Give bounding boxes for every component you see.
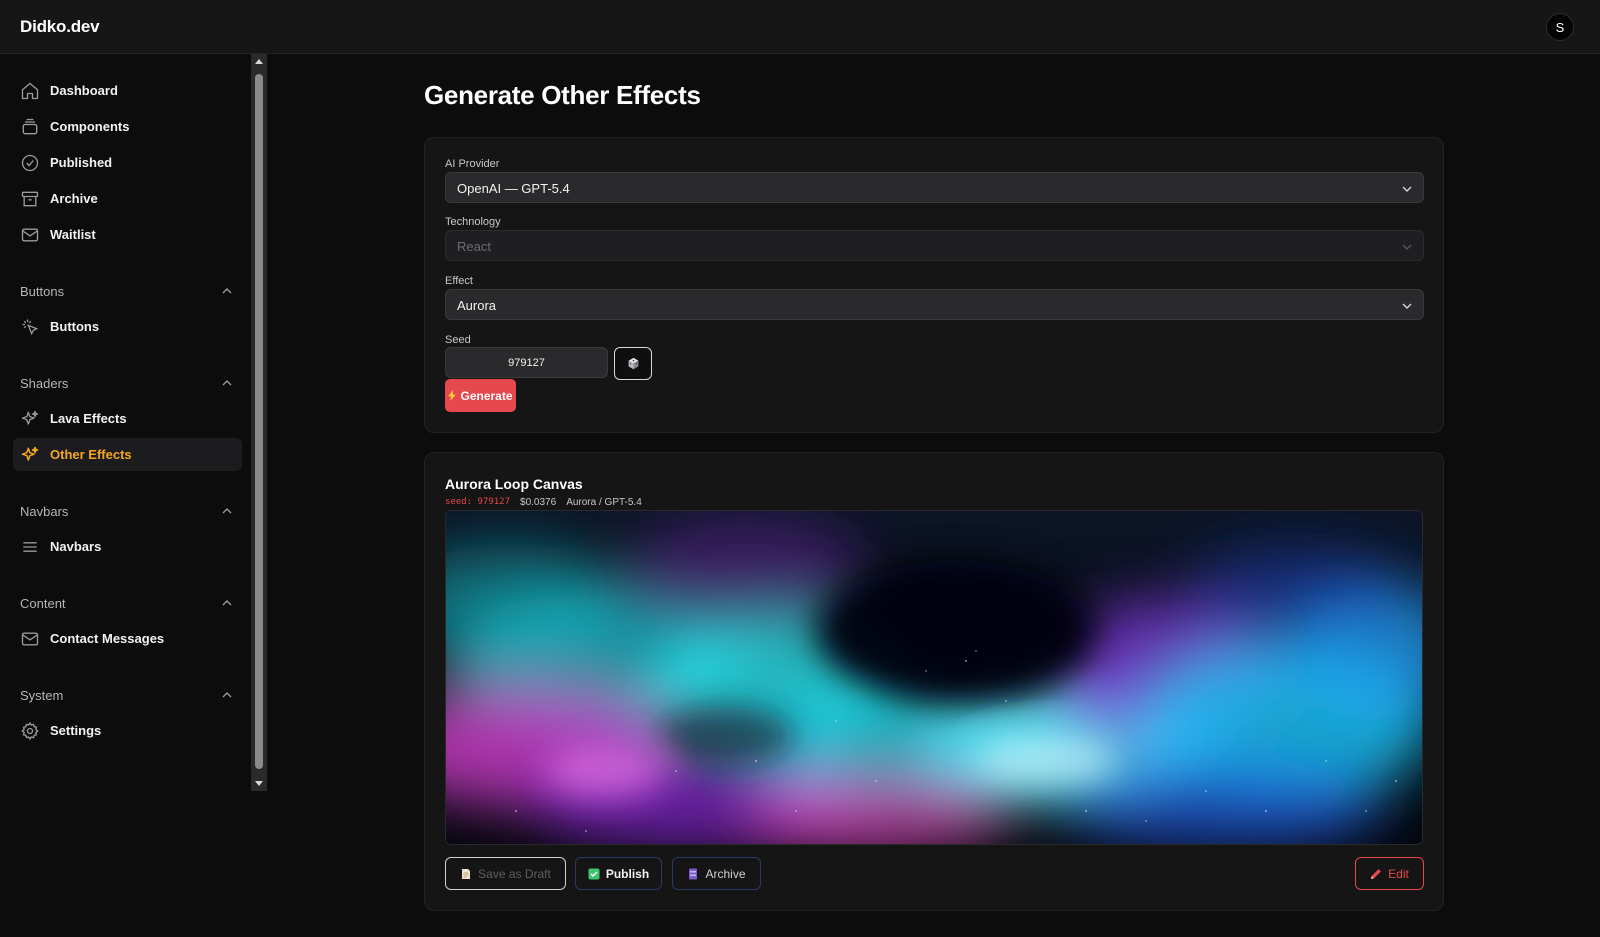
sidebar-item-label: Navbars [50,539,102,554]
sidebar-scrollbar[interactable] [251,54,267,791]
sidebar-item-label: Other Effects [50,447,132,462]
effect-select[interactable]: Aurora [445,289,1424,320]
generate-button[interactable]: Generate [445,379,516,412]
scroll-up-arrow-icon[interactable] [254,56,264,66]
sidebar-item-dashboard[interactable]: Dashboard [13,74,242,107]
layers-icon [20,117,40,137]
pointer-click-icon [20,317,40,337]
edit-button[interactable]: Edit [1355,857,1424,890]
sidebar-item-label: Buttons [50,319,100,334]
technology-label: Technology [445,216,501,228]
chevron-up-icon[interactable] [221,377,233,389]
sidebar-item-buttons[interactable]: Buttons [13,310,242,343]
brand-logo[interactable]: Didko.dev [20,17,100,37]
chevron-up-icon[interactable] [221,505,233,517]
seed-label: Seed [445,334,471,346]
mail-icon [20,629,40,649]
sidebar-item-label: Waitlist [50,227,96,242]
publish-label: Publish [605,866,650,881]
document-icon [462,868,471,879]
sidebar-group-title-content[interactable]: Content [20,596,66,611]
sidebar-item-label: Dashboard [50,83,118,98]
sidebar-item-label: Published [50,155,113,170]
sidebar-item-label: Archive [50,191,98,206]
chevron-up-icon[interactable] [221,285,233,297]
technology-select-value: React [457,239,491,254]
user-avatar[interactable]: S [1546,13,1574,41]
effect-label: Effect [445,275,473,287]
sidebar-item-archive[interactable]: Archive [13,182,242,215]
scroll-down-arrow-icon[interactable] [254,779,264,789]
sidebar-item-other-effects[interactable]: Other Effects [13,438,242,471]
sidebar-item-published[interactable]: Published [13,146,242,179]
aurora-preview-image [446,511,1422,844]
provider-label: AI Provider [445,158,500,170]
archive-icon [689,868,698,879]
sidebar: Dashboard Components Published Archive W… [0,54,250,791]
seed-input[interactable] [445,347,608,378]
result-seed: seed: 979127 [445,497,511,507]
publish-button[interactable]: Publish [575,857,662,890]
save-draft-label: Save as Draft [478,866,551,881]
result-source: Aurora / GPT-5.4 [566,497,642,508]
sidebar-group-title-navbars[interactable]: Navbars [20,504,68,519]
effect-select-value: Aurora [457,298,497,313]
home-icon [20,81,40,101]
chevron-up-icon[interactable] [221,689,233,701]
sidebar-item-label: Settings [50,723,102,738]
archive-button[interactable]: Archive [672,857,761,890]
chevron-up-icon[interactable] [221,597,233,609]
technology-select[interactable]: React [445,230,1424,261]
sidebar-item-components[interactable]: Components [13,110,242,143]
scrollbar-thumb[interactable] [255,74,263,769]
dice-icon [628,357,638,370]
archive-label: Archive [705,866,746,881]
sparkles-icon [20,409,40,429]
generate-form-card: AI Provider OpenAI — GPT-5.4 Technology … [424,137,1444,433]
sidebar-item-label: Contact Messages [50,631,165,646]
result-cost: $0.0376 [520,497,557,508]
lightning-icon [448,390,457,401]
sidebar-item-navbars[interactable]: Navbars [13,530,242,563]
page-title: Generate Other Effects [424,80,701,110]
provider-select-value: OpenAI — GPT-5.4 [457,181,570,196]
chevron-down-icon [1401,183,1413,195]
checkbox-icon [588,868,600,879]
provider-select[interactable]: OpenAI — GPT-5.4 [445,172,1424,203]
chevron-down-icon [1401,300,1413,312]
chevron-down-icon [1401,241,1413,253]
edit-label: Edit [1388,866,1409,881]
sparkles-icon [20,445,40,465]
sidebar-group-title-system[interactable]: System [20,688,63,703]
result-title: Aurora Loop Canvas [445,476,583,492]
sidebar-item-waitlist[interactable]: Waitlist [13,218,242,251]
sidebar-item-contact-messages[interactable]: Contact Messages [13,622,242,655]
sidebar-group-title-shaders[interactable]: Shaders [20,376,68,391]
menu-lines-icon [20,537,40,557]
archive-box-icon [20,189,40,209]
sidebar-item-label: Components [50,119,130,134]
check-circle-icon [20,153,40,173]
save-draft-button[interactable]: Save as Draft [445,857,566,890]
sidebar-group-title-buttons[interactable]: Buttons [20,284,64,299]
aurora-preview-canvas[interactable] [445,510,1423,845]
generate-button-label: Generate [460,388,513,403]
pencil-icon [1371,868,1382,879]
sidebar-item-lava-effects[interactable]: Lava Effects [13,402,242,435]
mail-icon [20,225,40,245]
top-bar: Didko.dev S [0,0,1600,54]
sidebar-item-settings[interactable]: Settings [13,714,242,747]
sidebar-item-label: Lava Effects [50,411,127,426]
gear-icon [20,721,40,741]
randomize-seed-button[interactable] [614,347,652,380]
result-card: Aurora Loop Canvas seed: 979127 $0.0376 … [424,452,1444,911]
result-meta: seed: 979127 $0.0376 Aurora / GPT-5.4 [445,497,642,508]
